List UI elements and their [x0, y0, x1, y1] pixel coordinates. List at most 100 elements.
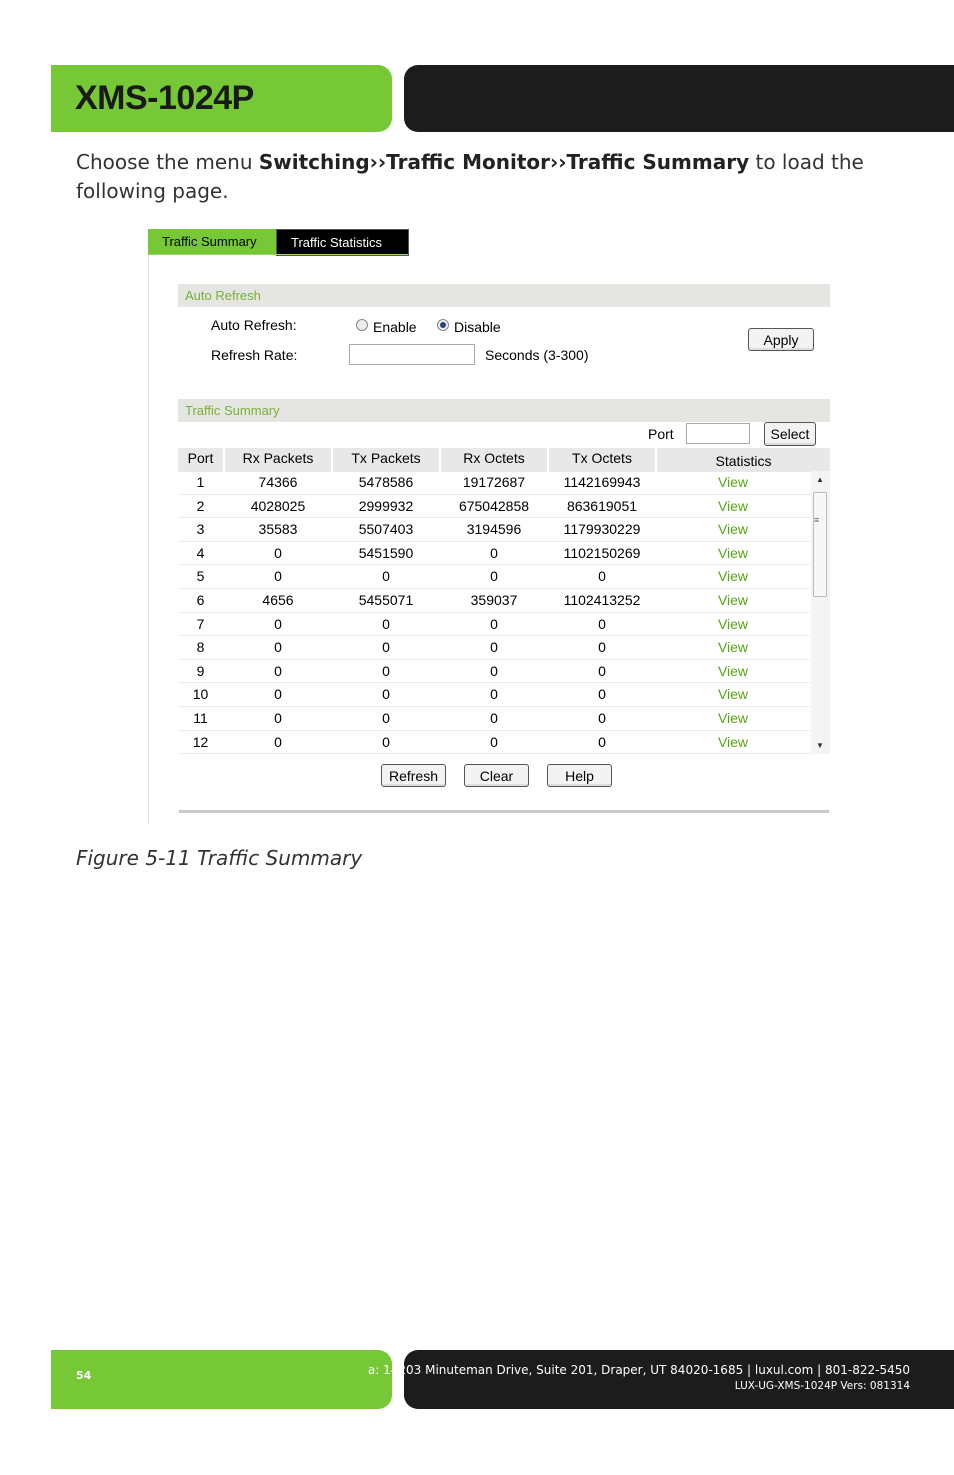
cell-rx-octets: 359037 — [470, 591, 518, 608]
cell-tx-packets: 0 — [382, 568, 390, 585]
help-button[interactable]: Help — [547, 764, 612, 787]
cell-tx-packets: 0 — [382, 639, 390, 656]
bottom-divider — [179, 810, 829, 813]
col-statistics: Statistics — [657, 448, 830, 472]
tab-bar: Traffic Summary Traffic Statistics — [148, 229, 409, 256]
cell-rx-packets: 0 — [274, 544, 282, 561]
table-row: 11 0 0 0 0 View — [178, 707, 810, 731]
refresh-rate-label: Refresh Rate: — [211, 347, 298, 363]
seconds-hint: Seconds (3-300) — [485, 347, 589, 363]
cell-tx-octets: 0 — [598, 686, 606, 703]
cell-tx-packets: 0 — [382, 662, 390, 679]
table-row: 5 0 0 0 0 View — [178, 565, 810, 589]
cell-rx-packets: 0 — [274, 615, 282, 632]
cell-rx-octets: 0 — [490, 639, 498, 656]
page-title: XMS-1024P — [75, 79, 254, 117]
cell-tx-packets: 5478586 — [358, 474, 414, 490]
col-tx-packets: Tx Packets — [333, 448, 439, 472]
cell-tx-packets: 0 — [382, 615, 390, 632]
cell-rx-octets: 675042858 — [458, 497, 530, 514]
view-link[interactable]: View — [657, 589, 809, 611]
cell-rx-octets: 0 — [490, 686, 498, 703]
table-scrollbar[interactable]: ▲ ≡ ▼ — [811, 471, 830, 754]
cell-tx-octets: 0 — [598, 709, 606, 726]
cell-tx-octets: 1102150269 — [563, 544, 641, 561]
cell-port: 4 — [196, 544, 205, 561]
footer-doc-id: LUX-UG-XMS-1024P Vers: 081314 — [734, 1380, 910, 1392]
traffic-summary-screenshot: Traffic Summary Traffic Statistics Auto … — [148, 229, 834, 824]
cell-rx-packets: 4028025 — [250, 497, 306, 514]
view-link[interactable]: View — [657, 471, 809, 493]
scroll-thumb[interactable] — [813, 492, 827, 597]
scroll-grip-icon: ≡ — [814, 515, 820, 525]
disable-radio[interactable] — [437, 319, 449, 331]
table-row: 3 35583 5507403 3194596 1179930229 View — [178, 518, 810, 542]
cell-tx-packets: 5455071 — [358, 591, 414, 608]
refresh-button[interactable]: Refresh — [381, 764, 446, 787]
cell-tx-packets: 0 — [382, 733, 390, 750]
table-body: 1 74366 5478586 19172687 1142169943 View 2 4028… — [178, 471, 810, 755]
view-link[interactable]: View — [657, 683, 809, 705]
cell-tx-packets: 2999932 — [358, 497, 414, 514]
table-row: 4 0 5451590 0 1102150269 View — [178, 542, 810, 566]
header-title-bar: XMS-1024P — [51, 65, 392, 132]
table-row: 9 0 0 0 0 View — [178, 660, 810, 684]
view-link[interactable]: View — [657, 707, 809, 729]
cell-rx-octets: 0 — [490, 544, 498, 561]
cell-tx-octets: 0 — [598, 615, 606, 632]
page-number: 54 — [76, 1369, 92, 1382]
view-link[interactable]: View — [657, 636, 809, 658]
clear-button[interactable]: Clear — [464, 764, 529, 787]
enable-radio[interactable] — [356, 319, 368, 331]
tab-traffic-statistics[interactable]: Traffic Statistics — [276, 229, 409, 256]
figure-caption: Figure 5-11 Traffic Summary — [76, 846, 363, 870]
cell-tx-packets: 0 — [382, 686, 390, 703]
port-label: Port — [648, 426, 674, 442]
view-link[interactable]: View — [657, 613, 809, 635]
tab-traffic-summary[interactable]: Traffic Summary — [148, 229, 276, 254]
view-link[interactable]: View — [657, 495, 809, 517]
view-link[interactable]: View — [657, 660, 809, 682]
select-button[interactable]: Select — [764, 422, 816, 446]
footer-green-bar: 54 — [51, 1350, 392, 1409]
scroll-down-icon[interactable]: ▼ — [816, 741, 824, 750]
scroll-up-icon[interactable]: ▲ — [816, 475, 824, 484]
table-row: 10 0 0 0 0 View — [178, 683, 810, 707]
table-row: 8 0 0 0 0 View — [178, 636, 810, 660]
table-row: 6 4656 5455071 359037 1102413252 View — [178, 589, 810, 613]
cell-rx-octets: 0 — [490, 733, 498, 750]
view-link[interactable]: View — [657, 731, 809, 753]
view-link[interactable]: View — [657, 518, 809, 540]
tab-underline — [148, 254, 408, 255]
cell-port: 1 — [196, 474, 205, 490]
cell-rx-packets: 0 — [274, 662, 282, 679]
col-rx-octets: Rx Octets — [441, 448, 547, 472]
intro-before: Choose the menu — [76, 150, 259, 174]
cell-tx-octets: 0 — [598, 733, 606, 750]
enable-label: Enable — [373, 319, 417, 335]
cell-tx-packets: 5507403 — [358, 521, 414, 538]
view-link[interactable]: View — [657, 565, 809, 587]
cell-tx-octets: 0 — [598, 568, 606, 585]
cell-port: 12 — [192, 733, 209, 750]
cell-port: 10 — [192, 686, 209, 703]
cell-tx-packets: 5451590 — [358, 544, 414, 561]
cell-port: 7 — [196, 615, 205, 632]
refresh-rate-input[interactable] — [349, 344, 475, 365]
cell-tx-octets: 1179930229 — [563, 521, 641, 538]
apply-button[interactable]: Apply — [748, 328, 814, 351]
cell-tx-octets: 1102413252 — [563, 591, 641, 608]
cell-rx-octets: 0 — [490, 615, 498, 632]
cell-rx-octets: 19172687 — [462, 474, 526, 490]
table-row: 2 4028025 2999932 675042858 863619051 View — [178, 495, 810, 519]
port-input[interactable] — [686, 423, 750, 444]
cell-tx-octets: 0 — [598, 662, 606, 679]
auto-refresh-header: Auto Refresh — [178, 284, 830, 307]
view-link[interactable]: View — [657, 542, 809, 564]
cell-tx-octets: 0 — [598, 639, 606, 656]
disable-label: Disable — [454, 319, 501, 335]
cell-tx-octets: 863619051 — [566, 497, 638, 514]
table-header: Port Rx Packets Tx Packets Rx Octets Tx … — [178, 448, 830, 472]
col-tx-octets: Tx Octets — [549, 448, 655, 472]
cell-port: 5 — [196, 568, 205, 585]
